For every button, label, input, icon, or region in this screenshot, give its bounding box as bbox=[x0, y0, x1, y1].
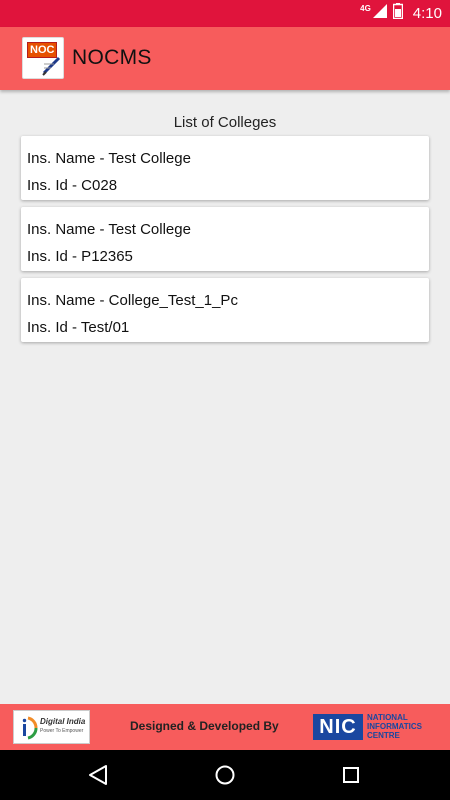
home-icon bbox=[215, 765, 235, 785]
clock-time: 4:10 bbox=[412, 5, 442, 22]
college-name: Ins. Name - Test College bbox=[27, 150, 191, 167]
status-bar: 4G 4:10 bbox=[0, 0, 450, 27]
nic-logo-line: CENTRE bbox=[367, 731, 400, 740]
digital-india-subtitle: Power To Empower bbox=[40, 728, 84, 734]
digital-india-title: Digital India bbox=[40, 717, 86, 726]
footer: Digital India Power To Empower Designed … bbox=[0, 704, 450, 750]
nic-logo-line: INFORMATICS bbox=[367, 722, 422, 731]
footer-credit-text: Designed & Developed By bbox=[130, 719, 279, 733]
digital-india-logo: Digital India Power To Empower bbox=[13, 710, 90, 744]
home-button[interactable] bbox=[212, 762, 238, 788]
college-name: Ins. Name - College_Test_1_Pc bbox=[27, 292, 238, 309]
nic-logo-words: NATIONAL INFORMATICS CENTRE bbox=[367, 713, 422, 740]
app-title: NOCMS bbox=[72, 46, 152, 69]
digital-india-icon bbox=[22, 716, 38, 740]
college-card[interactable]: Ins. Name - Test College Ins. Id - C028 bbox=[21, 136, 429, 200]
app-logo: NOC bbox=[22, 37, 64, 79]
recents-button[interactable] bbox=[338, 762, 364, 788]
nic-logo: NIC NATIONAL INFORMATICS CENTRE bbox=[313, 712, 445, 744]
signal-icon bbox=[372, 4, 387, 23]
status-icons: 4G 4:10 bbox=[360, 0, 442, 27]
college-name: Ins. Name - Test College bbox=[27, 221, 191, 238]
battery-icon bbox=[392, 3, 404, 24]
pencil-icon bbox=[42, 56, 61, 76]
college-card[interactable]: Ins. Name - Test College Ins. Id - P1236… bbox=[21, 207, 429, 271]
navigation-bar bbox=[0, 750, 450, 800]
back-button[interactable] bbox=[85, 762, 111, 788]
recents-icon bbox=[343, 767, 359, 783]
app-bar: NOC NOCMS bbox=[0, 27, 450, 90]
college-id: Ins. Id - C028 bbox=[27, 177, 118, 194]
college-id: Ins. Id - P12365 bbox=[27, 248, 133, 265]
college-card[interactable]: Ins. Name - College_Test_1_Pc Ins. Id - … bbox=[21, 278, 429, 342]
college-id: Ins. Id - Test/01 bbox=[27, 319, 130, 336]
back-icon bbox=[89, 765, 107, 785]
nic-logo-line: NATIONAL bbox=[367, 713, 408, 722]
list-heading: List of Colleges bbox=[173, 114, 277, 131]
nic-logo-mark: NIC bbox=[313, 714, 363, 740]
network-type-label: 4G bbox=[360, 4, 371, 13]
